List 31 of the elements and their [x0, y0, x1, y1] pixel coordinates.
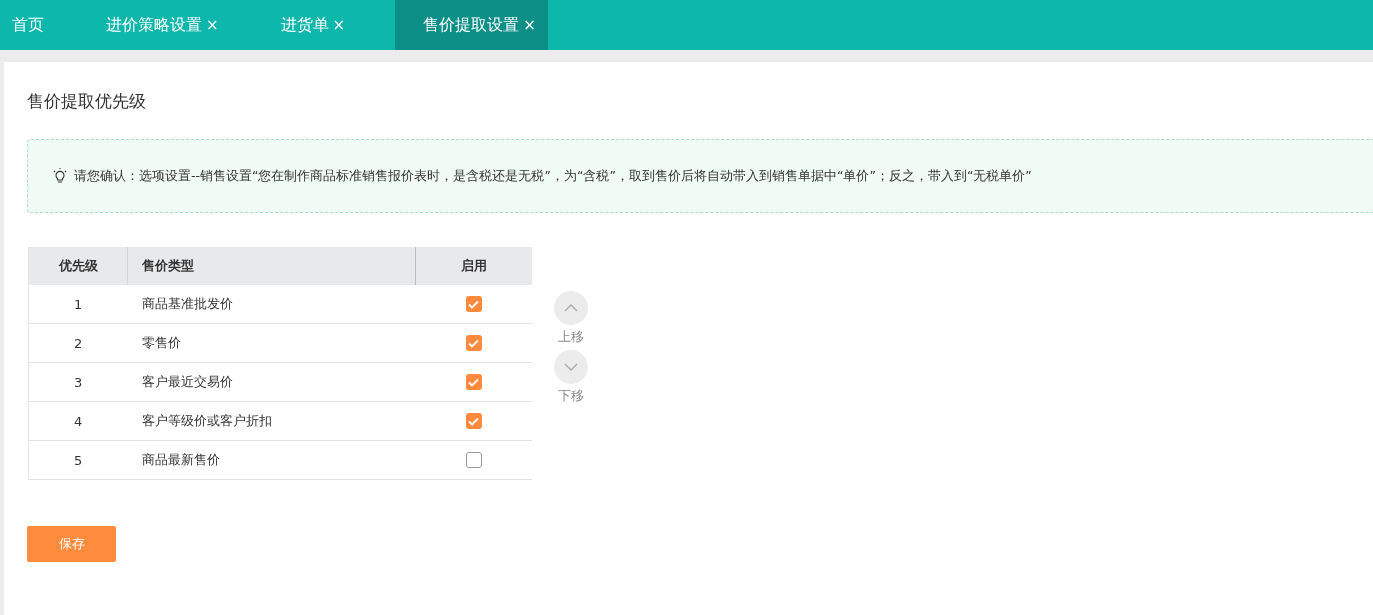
- chevron-up-icon: [564, 304, 578, 312]
- column-header: 优先级: [28, 247, 128, 285]
- priority-cell: 5: [28, 440, 128, 480]
- checkbox[interactable]: [465, 452, 482, 469]
- price-type-cell: 客户最近交易价: [127, 362, 416, 402]
- column-header: 售价类型: [127, 247, 416, 285]
- priority-cell: 3: [28, 362, 128, 402]
- checkbox[interactable]: [465, 413, 482, 430]
- column-header: 启用: [415, 247, 532, 285]
- price-type-cell: 商品基准批发价: [127, 285, 416, 324]
- notice-text: 请您确认：选项设置--销售设置“您在制作商品标准销售报价表时，是含税还是无税”，为“含税”，取到售价后将自动带入到销售单据中“单价”；反之，带入到“无税单价”: [74, 167, 1032, 185]
- tab[interactable]: 首页: [0, 0, 68, 50]
- page-title: 售价提取优先级: [27, 90, 147, 113]
- close-icon[interactable]: ×: [206, 16, 219, 34]
- price-type-cell: 零售价: [127, 323, 416, 363]
- price-type-cell: 客户等级价或客户折扣: [127, 401, 416, 441]
- checkbox[interactable]: [465, 296, 482, 313]
- tab[interactable]: 进货单 ×: [268, 0, 370, 50]
- priority-cell: 1: [28, 285, 128, 324]
- close-icon[interactable]: ×: [332, 16, 346, 34]
- tab[interactable]: 进价策略设置 ×: [94, 0, 243, 50]
- priority-cell: 2: [28, 323, 128, 363]
- close-icon[interactable]: ×: [523, 16, 536, 34]
- checkbox[interactable]: [465, 335, 482, 352]
- save-button[interactable]: 保存: [27, 526, 116, 562]
- price-type-cell: 商品最新售价: [127, 440, 416, 480]
- checkbox[interactable]: [465, 374, 482, 391]
- tab[interactable]: 售价提取设置 ×: [395, 0, 548, 50]
- chevron-down-icon: [564, 363, 578, 371]
- priority-cell: 4: [28, 401, 128, 441]
- lightbulb-icon: [52, 168, 68, 184]
